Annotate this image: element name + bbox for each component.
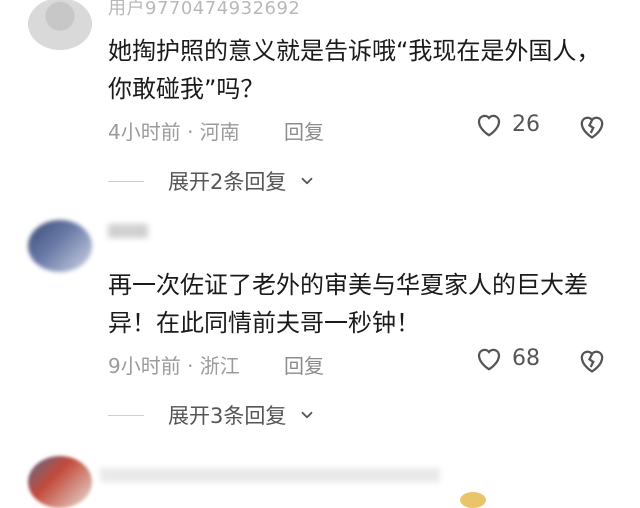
- avatar[interactable]: [28, 456, 92, 508]
- username[interactable]: [108, 224, 148, 238]
- expand-replies-label: 展开2条回复: [168, 170, 287, 194]
- dislike-button[interactable]: [576, 346, 608, 378]
- chevron-down-icon: [301, 177, 313, 185]
- like-button[interactable]: 68: [474, 344, 540, 372]
- like-count: 26: [512, 111, 540, 137]
- comment-meta: 9小时前 · 浙江: [108, 354, 240, 378]
- avatar[interactable]: [28, 220, 92, 272]
- chevron-down-icon: [301, 411, 313, 419]
- avatar[interactable]: [28, 0, 92, 50]
- broken-heart-icon: [580, 116, 604, 139]
- heart-icon: [477, 348, 501, 371]
- divider: [108, 180, 144, 182]
- comment-meta: 4小时前 · 河南: [108, 120, 240, 144]
- comment-text: 她掏护照的意义就是告诉哦“我现在是外国人，你敢碰我”吗？: [108, 37, 601, 103]
- heart-icon: [477, 114, 501, 137]
- expand-replies-button[interactable]: 展开2条回复: [108, 166, 316, 196]
- dislike-button[interactable]: [576, 112, 608, 144]
- username[interactable]: 用户977047493​2692: [108, 0, 300, 20]
- like-count: 68: [512, 345, 540, 371]
- expand-replies-button[interactable]: 展开3条回复: [108, 400, 316, 430]
- divider: [108, 414, 144, 416]
- broken-heart-icon: [580, 350, 604, 373]
- username-placeholder: [100, 468, 440, 482]
- comment-text: 再一次佐证了老外的审美与华夏家人的巨大差异！在此同情前夫哥一秒钟！: [108, 271, 588, 337]
- expand-replies-label: 展开3条回复: [168, 404, 287, 428]
- reply-button[interactable]: 回复: [284, 116, 324, 145]
- reply-button[interactable]: 回复: [284, 350, 324, 379]
- emoji-icon: [460, 492, 486, 508]
- like-button[interactable]: 26: [474, 110, 540, 138]
